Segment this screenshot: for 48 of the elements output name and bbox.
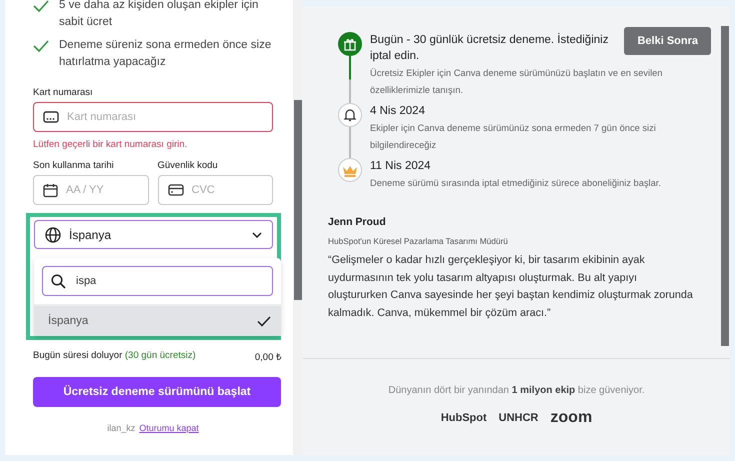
- testimonial-quote: “Gelişmeler o kadar hızlı gerçekleşiyor ki, bir tasarım ekibinin ayak uydurmasının tek yolu tasarım altyapısı oluşturmak. Bu alt yapıyı oluştururken Canva sayesinde her şeyi baştan kendimiz oluşturmak zorunda kalmadık. Canva, mükemmel bir çözüm aracı.”: [328, 253, 694, 320]
- search-icon: [51, 274, 66, 288]
- company-logo: zoom: [550, 409, 592, 427]
- country-select[interactable]: İspanya: [34, 220, 273, 249]
- trust-text: Dünyanın dört bir yanından 1 milyon ekip bize güveniyor.: [388, 385, 645, 396]
- chevron-down-icon: [252, 232, 262, 238]
- expiry-input[interactable]: AA / YY: [66, 176, 138, 204]
- check-icon: [33, 0, 49, 12]
- summary-text: Bugün süresi doluyor (30 gün ücretsiz): [33, 350, 196, 363]
- error-message: Lütfen geçerli bir kart numarası girin.: [33, 139, 188, 150]
- timeline-text: Ekipler için Canva deneme sürümünüz sona ermeden 7 gün önce sizi bilgilendireceğiz: [370, 122, 657, 152]
- amount-text: 0,00 ₺: [254, 351, 281, 363]
- logout-link[interactable]: Oturumu kapat: [139, 423, 199, 433]
- checkmark-icon: [257, 316, 271, 326]
- timeline-title: Bugün - 30 günlük ücretsiz deneme. İstediğiniz iptal edin.: [370, 32, 608, 64]
- timeline-text: Ücretsiz Ekipler için Canva deneme sürümünüzü başlatın ve en sevilen özelliklerimizle tanışın.: [370, 67, 664, 97]
- username-text: ilan_kz: [107, 423, 136, 433]
- testimonial-name: Jenn Proud: [328, 216, 387, 228]
- maybe-later-button[interactable]: Belki Sonra: [624, 27, 711, 55]
- company-logo: UNHCR: [498, 412, 538, 424]
- card-number-field[interactable]: Kart numarası: [33, 102, 273, 132]
- search-input[interactable]: ispa: [76, 267, 264, 295]
- card-number-input[interactable]: Kart numarası: [67, 103, 263, 131]
- dropdown-option[interactable]: İspanya: [34, 304, 281, 336]
- expiry-field[interactable]: AA / YY: [33, 175, 148, 205]
- timeline-title: 11 Nis 2024: [370, 159, 432, 174]
- timeline-text: Deneme sürümü sırasında iptal etmediğiniz sürece aboneliğiniz başlar.: [370, 177, 662, 190]
- start-trial-button[interactable]: Ücretsiz deneme sürümünü başlat: [33, 377, 281, 407]
- globe-icon: [45, 226, 61, 242]
- company-logo: HubSpot: [440, 412, 487, 424]
- scrollbar[interactable]: [293, 0, 303, 455]
- bell-icon: [338, 103, 362, 127]
- search-field[interactable]: ispa: [42, 266, 273, 296]
- card-icon: [168, 184, 184, 196]
- calendar-icon: [43, 182, 58, 198]
- gift-icon: [338, 32, 362, 56]
- cvc-field[interactable]: CVC: [158, 175, 273, 205]
- card-icon: [43, 111, 59, 123]
- timeline-title: 4 Nis 2024: [370, 104, 426, 119]
- field-label: Kart numarası: [33, 87, 94, 98]
- check-icon: [33, 40, 49, 52]
- crown-icon: [338, 158, 362, 182]
- benefit-text: Deneme süreniz sona ermeden önce size hatırlatma yapacağız: [59, 38, 272, 70]
- field-label: Son kullanma tarihi: [33, 160, 115, 171]
- benefit-text: 5 ve daha az kişiden oluşan ekipler için sabit ücret: [59, 0, 260, 30]
- testimonial-role: HubSpot'un Küresel Pazarlama Tasarımı Müdürü: [328, 236, 509, 246]
- field-label: Güvenlik kodu: [158, 160, 219, 171]
- cvc-input[interactable]: CVC: [192, 176, 263, 204]
